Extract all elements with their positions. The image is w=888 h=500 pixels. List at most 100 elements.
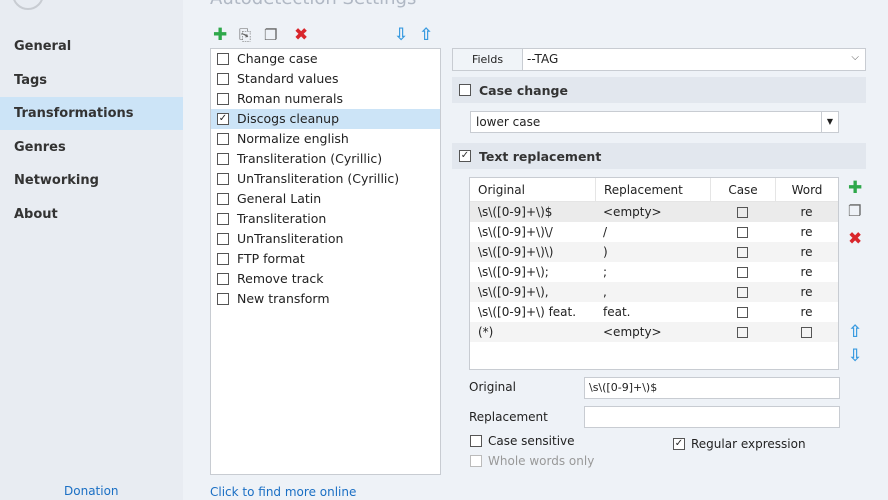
cell-replacement: , (603, 285, 607, 299)
case-sensitive-checkbox[interactable] (470, 435, 482, 447)
delete-row-icon[interactable]: ✖ (848, 229, 862, 249)
original-input[interactable]: \s\([0-9]+\)$ (584, 377, 840, 399)
item-checkbox[interactable] (217, 173, 229, 185)
item-checkbox[interactable] (217, 233, 229, 245)
transform-list[interactable]: Change case Standard values Roman numerals… (210, 48, 441, 475)
replacement-table: Original Replacement Case Word \s\([0-9]… (469, 177, 839, 370)
cell-replacement: <empty> (603, 325, 662, 339)
sidebar-item-networking[interactable]: Networking (0, 164, 183, 197)
find-more-link[interactable]: Click to find more online (210, 485, 356, 499)
cell-word: re (800, 285, 813, 299)
cell-original: \s\([0-9]+\)\/ (478, 225, 553, 239)
table-row[interactable]: (*) <empty> (470, 322, 838, 342)
arrow-up-icon[interactable]: ⇧ (419, 26, 433, 44)
app-logo (12, 0, 44, 10)
item-label: FTP format (237, 251, 305, 266)
chevron-down-icon: ▼ (821, 112, 838, 132)
add-row-icon[interactable]: ✚ (848, 178, 862, 198)
list-item[interactable]: FTP format (211, 249, 440, 269)
text-replacement-checkbox[interactable]: ✓ (459, 150, 471, 162)
cell-original: \s\([0-9]+\)\) (478, 245, 554, 259)
item-checkbox[interactable] (217, 93, 229, 105)
case-checkbox[interactable] (737, 287, 748, 298)
cell-original: \s\([0-9]+\); (478, 265, 549, 279)
case-checkbox[interactable] (737, 247, 748, 258)
list-item[interactable]: ✓ Discogs cleanup (211, 109, 440, 129)
list-item[interactable]: Normalize english (211, 129, 440, 149)
cell-original: \s\([0-9]+\), (478, 285, 549, 299)
item-label: Discogs cleanup (237, 111, 340, 126)
item-checkbox[interactable] (217, 273, 229, 285)
replacement-input[interactable] (584, 406, 840, 428)
item-checkbox[interactable]: ✓ (217, 113, 229, 125)
text-replacement-section: ✓ Text replacement (452, 143, 866, 169)
delete-icon[interactable]: ✖ (294, 26, 308, 44)
table-row[interactable]: \s\([0-9]+\);; re (470, 262, 838, 282)
list-item[interactable]: General Latin (211, 189, 440, 209)
col-case[interactable]: Case (710, 178, 775, 201)
list-item[interactable]: UnTransliteration (Cyrillic) (211, 169, 440, 189)
word-checkbox[interactable] (801, 327, 812, 338)
sidebar-item-genres[interactable]: Genres (0, 131, 183, 164)
table-row[interactable]: \s\([0-9]+\)\/ / re (470, 222, 838, 242)
list-item[interactable]: UnTransliteration (211, 229, 440, 249)
item-checkbox[interactable] (217, 73, 229, 85)
case-change-label: Case change (479, 82, 568, 98)
case-checkbox[interactable] (737, 207, 748, 218)
copy-icon[interactable]: ❐ (264, 26, 277, 44)
item-checkbox[interactable] (217, 193, 229, 205)
table-row[interactable]: \s\([0-9]+\),, re (470, 282, 838, 302)
list-item[interactable]: New transform (211, 289, 440, 309)
table-header: Original Replacement Case Word (470, 178, 838, 202)
cell-replacement: ) (603, 245, 608, 259)
item-label: General Latin (237, 191, 322, 206)
add-file-icon[interactable]: ⎘ (239, 26, 251, 44)
table-row[interactable]: \s\([0-9]+\)$ <empty> re (470, 202, 838, 222)
case-mode-select[interactable]: lower case ▼ (470, 111, 839, 133)
item-checkbox[interactable] (217, 133, 229, 145)
list-item[interactable]: Roman numerals (211, 89, 440, 109)
move-up-icon[interactable]: ⇧ (848, 322, 862, 342)
item-checkbox[interactable] (217, 213, 229, 225)
fields-select[interactable]: Fields --TAG ⌵ (452, 48, 866, 71)
case-checkbox[interactable] (737, 307, 748, 318)
table-row[interactable]: \s\([0-9]+\) feat. feat. re (470, 302, 838, 322)
col-replacement[interactable]: Replacement (595, 178, 710, 201)
case-checkbox[interactable] (737, 267, 748, 278)
item-checkbox[interactable] (217, 153, 229, 165)
list-item[interactable]: Change case (211, 49, 440, 69)
item-checkbox[interactable] (217, 293, 229, 305)
list-item[interactable]: Standard values (211, 69, 440, 89)
add-icon[interactable]: ✚ (213, 26, 227, 44)
list-item[interactable]: Remove track (211, 269, 440, 289)
sidebar-item-transformations[interactable]: Transformations (0, 97, 183, 130)
list-item[interactable]: Transliteration (211, 209, 440, 229)
fields-label: Fields (453, 49, 523, 70)
move-down-icon[interactable]: ⇩ (848, 346, 862, 366)
case-change-checkbox[interactable] (459, 84, 471, 96)
copy-row-icon[interactable]: ❐ (848, 202, 861, 220)
donation-link[interactable]: Donation (64, 484, 119, 498)
case-checkbox[interactable] (737, 327, 748, 338)
item-label: Transliteration (237, 211, 327, 226)
cell-word: re (800, 245, 813, 259)
regex-checkbox[interactable]: ✓ (673, 438, 685, 450)
regex-option[interactable]: ✓ Regular expression (673, 437, 806, 451)
col-original[interactable]: Original (470, 178, 595, 201)
list-item[interactable]: Transliteration (Cyrillic) (211, 149, 440, 169)
item-label: UnTransliteration (Cyrillic) (237, 171, 400, 186)
item-checkbox[interactable] (217, 253, 229, 265)
sidebar-item-tags[interactable]: Tags (0, 64, 183, 97)
col-word[interactable]: Word (775, 178, 838, 201)
item-checkbox[interactable] (217, 53, 229, 65)
sidebar-item-general[interactable]: General (0, 30, 183, 63)
sidebar-item-about[interactable]: About (0, 198, 183, 231)
case-sensitive-option[interactable]: Case sensitive (470, 434, 575, 448)
cell-replacement: <empty> (603, 205, 662, 219)
item-label: Remove track (237, 271, 324, 286)
table-row[interactable]: \s\([0-9]+\)\)) re (470, 242, 838, 262)
arrow-down-icon[interactable]: ⇩ (394, 26, 408, 44)
cell-replacement: ; (603, 265, 608, 279)
item-label: New transform (237, 291, 330, 306)
case-checkbox[interactable] (737, 227, 748, 238)
